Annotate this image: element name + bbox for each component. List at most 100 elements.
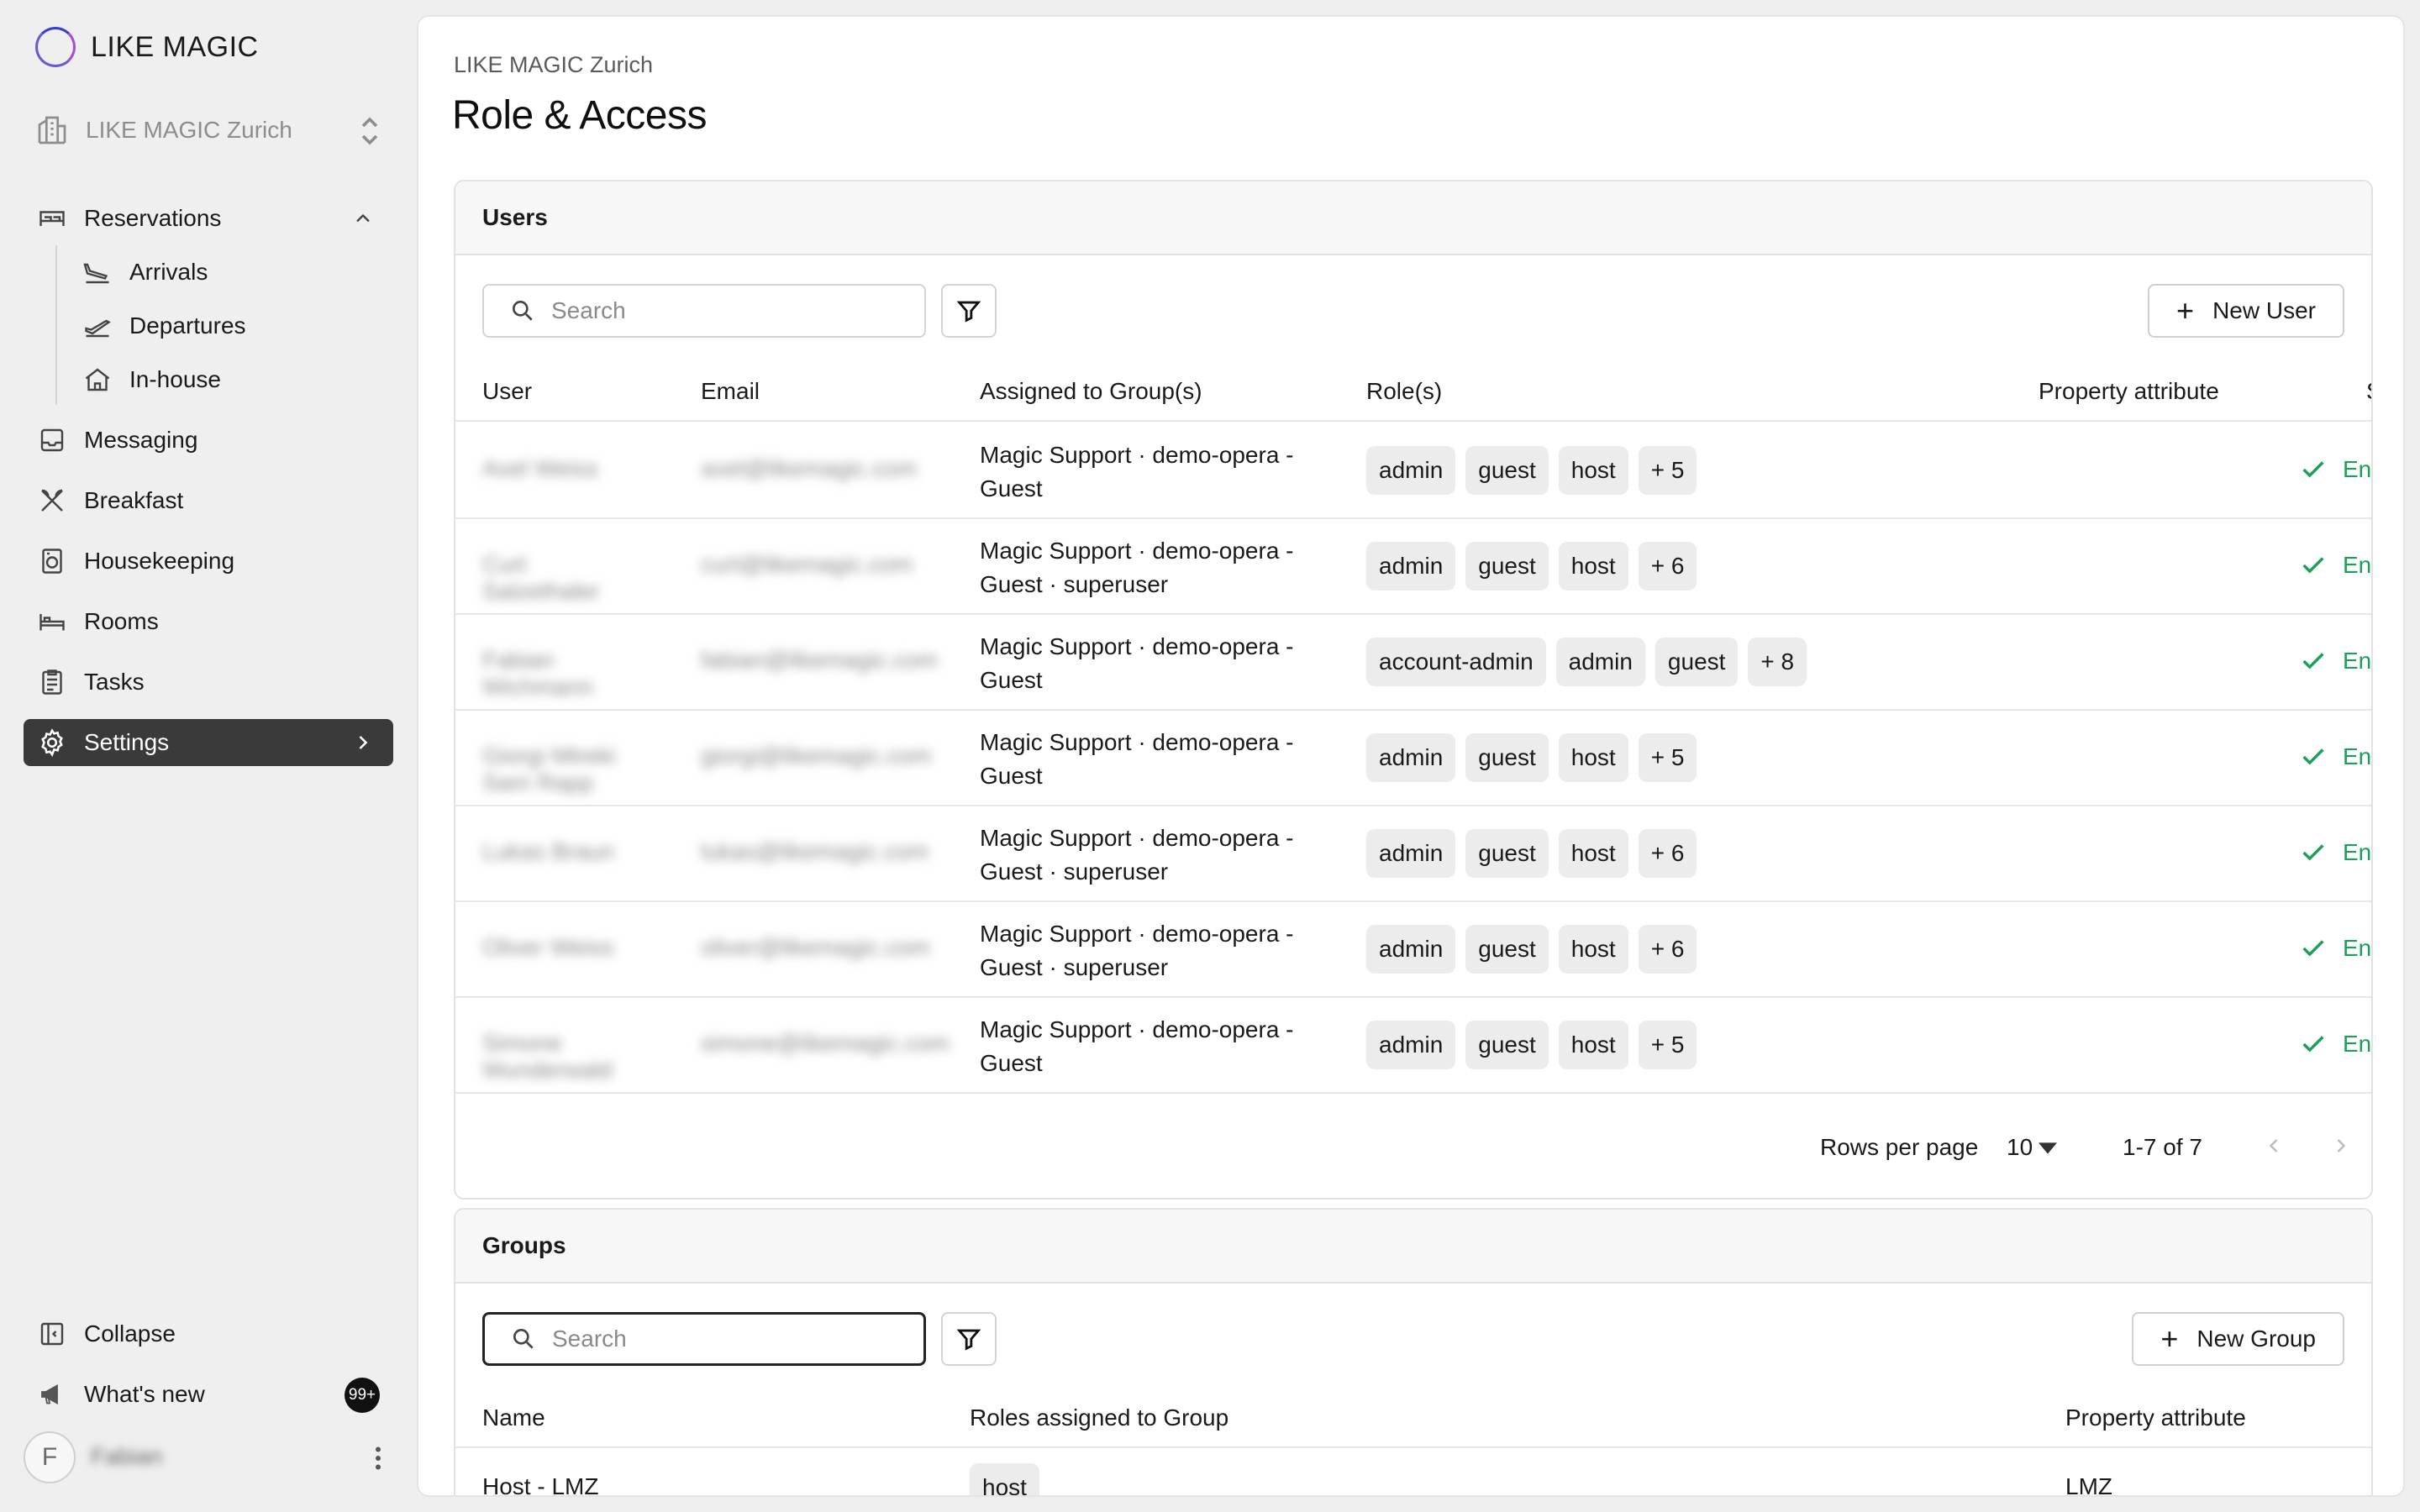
nav-breakfast-label: Breakfast <box>84 487 184 513</box>
collapse-button[interactable]: Collapse <box>24 1310 393 1357</box>
avatar[interactable]: F <box>24 1431 76 1483</box>
groups-search-placeholder: Search <box>552 1326 627 1352</box>
whats-new-label: What's new <box>84 1381 205 1407</box>
table-row[interactable]: Host - LMZ host LMZ <box>455 1450 2371 1497</box>
chevron-left-icon[interactable] <box>2262 1134 2286 1158</box>
users-table-header: User Email Assigned to Group(s) Role(s) … <box>455 361 2371 422</box>
user-groups-line: Magic Support · demo-opera - <box>980 633 1294 659</box>
sidebar: LIKE MAGIC LIKE MAGIC Zurich Reservation… <box>0 0 417 1512</box>
chevron-right-icon[interactable] <box>2329 1134 2353 1158</box>
more-roles-chip[interactable]: + 5 <box>1638 1021 1697 1069</box>
role-chip: guest <box>1465 446 1549 495</box>
col-groups[interactable]: Assigned to Group(s) <box>980 378 1202 405</box>
utensils-icon <box>35 484 69 517</box>
nav-tasks-label: Tasks <box>84 669 145 695</box>
user-groups-line: Magic Support · demo-opera - <box>980 442 1294 468</box>
property-name: LIKE MAGIC Zurich <box>86 117 292 143</box>
rows-per-page-select[interactable]: 10 <box>2007 1134 2033 1161</box>
group-name: Host - LMZ <box>482 1473 599 1497</box>
user-email: lukas@likemagic.com <box>701 838 929 864</box>
user-name: Simone Wunderwald <box>482 1030 613 1083</box>
user-name: Giorgi Mtreki Sam Rapp <box>482 743 616 795</box>
col-status[interactable]: S <box>2366 378 2371 405</box>
user-groups-line: Magic Support · demo-opera - <box>980 729 1294 755</box>
users-filter-button[interactable] <box>941 284 997 338</box>
user-groups-line: Magic Support · demo-opera - <box>980 538 1294 564</box>
washing-machine-icon <box>35 544 69 578</box>
caret-down-icon[interactable] <box>2039 1142 2057 1154</box>
users-search-input[interactable]: Search <box>482 284 926 338</box>
nav-breakfast[interactable]: Breakfast <box>24 477 393 524</box>
user-email: simone@likemagic.com <box>701 1030 950 1056</box>
nav-tasks[interactable]: Tasks <box>24 659 393 706</box>
user-status-label: En <box>2343 1031 2372 1057</box>
chevron-up-icon[interactable] <box>351 207 375 230</box>
user-groups: Magic Support · demo-opera - Guest <box>980 630 1294 697</box>
nav-departures[interactable]: Departures <box>81 302 246 349</box>
nav-rooms[interactable]: Rooms <box>24 598 393 645</box>
user-groups-line: Guest <box>980 667 1043 693</box>
table-row[interactable]: Simone Wunderwald simone@likemagic.com Mag… <box>455 998 2372 1094</box>
more-roles-chip[interactable]: + 8 <box>1748 638 1807 686</box>
whats-new-button[interactable]: What's new <box>24 1371 393 1418</box>
search-icon <box>513 301 533 321</box>
groups-search-input[interactable]: Search <box>482 1312 926 1366</box>
nav-arrivals[interactable]: Arrivals <box>81 249 208 296</box>
more-roles-chip[interactable]: + 5 <box>1638 446 1697 495</box>
bed-icon <box>35 202 69 235</box>
user-groups: Magic Support · demo-opera - Guest <box>980 438 1294 506</box>
user-name: Axel Weiss <box>482 455 598 481</box>
nav-inhouse[interactable]: In-house <box>81 356 221 403</box>
more-roles-chip[interactable]: + 6 <box>1638 829 1697 878</box>
user-groups-line: Guest · superuser <box>980 858 1169 885</box>
table-row[interactable]: Curt Salzethaler curt@likemagic.com Magic … <box>455 519 2371 615</box>
table-row[interactable]: Lukas Braun lukas@likemagic.com Magic Supp… <box>455 806 2371 902</box>
col-group-property-attribute[interactable]: Property attribute <box>2065 1404 2246 1431</box>
col-email[interactable]: Email <box>701 378 760 405</box>
col-user[interactable]: User <box>482 378 532 405</box>
check-icon <box>2302 844 2324 861</box>
new-user-label: New User <box>2212 297 2316 323</box>
user-status-label: En <box>2343 552 2372 578</box>
user-status-label: En <box>2343 648 2372 674</box>
new-user-button[interactable]: + New User <box>2148 284 2344 338</box>
new-group-button[interactable]: + New Group <box>2132 1312 2344 1366</box>
user-roles: admin guest host + 5 <box>1366 733 1697 782</box>
table-row[interactable]: Oliver Weiss oliver@likemagic.com Magic Su… <box>455 902 2371 998</box>
more-roles-chip[interactable]: + 6 <box>1638 542 1697 591</box>
col-roles[interactable]: Role(s) <box>1366 378 1442 405</box>
table-row[interactable]: Giorgi Mtreki Sam Rapp giorgi@likemagic.c… <box>455 711 2371 806</box>
filter-icon <box>956 301 981 323</box>
more-roles-chip[interactable]: + 6 <box>1638 925 1697 974</box>
check-icon <box>2302 461 2324 478</box>
property-switcher[interactable]: LIKE MAGIC Zurich <box>35 109 380 151</box>
nav-departures-label: Departures <box>129 312 246 339</box>
user-status: En <box>2299 551 2371 580</box>
nav-arrivals-label: Arrivals <box>129 259 208 285</box>
nav-reservations[interactable]: Reservations <box>24 195 393 242</box>
more-roles-chip[interactable]: + 5 <box>1638 733 1697 782</box>
user-email: oliver@likemagic.com <box>701 934 930 960</box>
role-chip: host <box>1558 925 1628 974</box>
table-row[interactable]: Fabian Wichmann fabian@likemagic.com Magic… <box>455 615 2372 711</box>
role-chip: admin <box>1366 542 1456 591</box>
col-property-attribute[interactable]: Property attribute <box>2039 378 2219 405</box>
table-row[interactable]: Axel Weiss axel@likemagic.com Magic Suppor… <box>455 423 2371 519</box>
col-roles-assigned[interactable]: Roles assigned to Group <box>970 1404 1228 1431</box>
brand[interactable]: LIKE MAGIC <box>35 27 259 67</box>
user-roles: admin guest host + 5 <box>1366 446 1697 495</box>
user-roles: admin guest host + 6 <box>1366 829 1697 878</box>
nav-settings[interactable]: Settings <box>24 719 393 766</box>
nav-housekeeping[interactable]: Housekeeping <box>24 538 393 585</box>
user-groups-line: Guest <box>980 475 1043 501</box>
megaphone-icon <box>35 1378 69 1411</box>
role-chip: guest <box>1465 1021 1549 1069</box>
col-name[interactable]: Name <box>482 1404 545 1431</box>
user-status: En <box>2299 838 2371 867</box>
more-vertical-icon[interactable] <box>368 1443 388 1473</box>
user-name: Lukas Braun <box>482 838 615 864</box>
groups-filter-button[interactable] <box>941 1312 997 1366</box>
nav-messaging[interactable]: Messaging <box>24 417 393 464</box>
nav-messaging-label: Messaging <box>84 427 198 453</box>
role-chip: guest <box>1465 829 1549 878</box>
